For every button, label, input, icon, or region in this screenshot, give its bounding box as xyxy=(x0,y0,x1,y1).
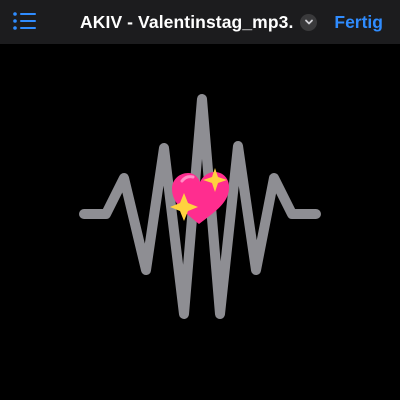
title-menu-button[interactable] xyxy=(300,13,318,31)
title-menu[interactable]: AKIV - Valentinstag_mp3. xyxy=(80,0,318,44)
audio-artwork xyxy=(79,94,321,319)
top-toolbar: AKIV - Valentinstag_mp3. Fertig xyxy=(0,0,400,44)
done-button[interactable]: Fertig xyxy=(334,0,383,44)
list-button[interactable] xyxy=(12,9,38,33)
document-title: AKIV - Valentinstag_mp3. xyxy=(80,11,294,32)
chevron-down-icon xyxy=(305,19,313,25)
list-bullet-icon xyxy=(13,12,36,30)
screen: AKIV - Valentinstag_mp3. Fertig xyxy=(0,0,400,400)
